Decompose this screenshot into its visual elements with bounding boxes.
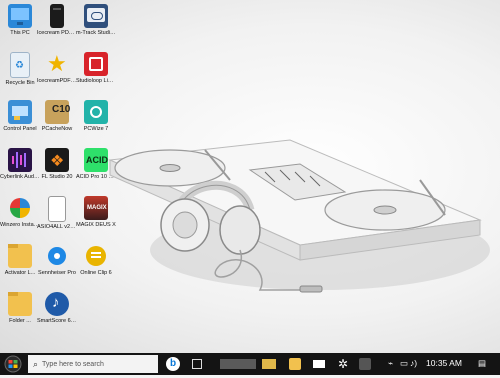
desktop-icon-control-panel[interactable]: Control Panel xyxy=(0,100,40,133)
icon-label: FL Studio 20 xyxy=(41,174,73,180)
desktop-icon-online-clip[interactable]: Online Clip 6 xyxy=(76,244,116,277)
taskbar-app-3[interactable] xyxy=(356,355,374,373)
desktop-icon-studioloop[interactable]: Studioloop Library ... xyxy=(76,52,116,85)
monitor-icon xyxy=(8,4,32,28)
icon-label: ACID Pro 10 Suite (x64) xyxy=(76,174,116,180)
installer-icon xyxy=(8,196,32,220)
desktop-icon-pcachenow[interactable]: C10 PCacheNow xyxy=(37,100,77,133)
icon-label: Winzero Installer xyxy=(0,222,40,228)
audio-wave-icon xyxy=(8,148,32,172)
volume-icon[interactable]: ♪) xyxy=(410,358,417,368)
desktop-icon-icecream-pdf[interactable]: Icecream PDF Converter xyxy=(37,4,77,37)
wallpaper-dj-decks xyxy=(108,139,490,293)
battery-icon[interactable]: ▭ xyxy=(400,358,408,369)
task-view-icon xyxy=(192,359,202,369)
search-box[interactable]: ⌕ Type here to search xyxy=(28,355,158,373)
app-icon xyxy=(359,358,371,370)
icon-label: Sennheiser Pro xyxy=(38,270,76,276)
desktop-icon-icecream-personal[interactable]: ★ IcecreamPDF Personal Ho... xyxy=(37,52,77,85)
desktop-icon-magix[interactable]: MAGIX MAGIX DEUS X xyxy=(76,196,116,229)
desktop-icon-fl-studio[interactable]: ❖ FL Studio 20 xyxy=(37,148,77,181)
clip-icon xyxy=(84,244,108,268)
icon-label: ASIO4ALL v2 Instructions... xyxy=(37,224,77,230)
taskbar-app-1[interactable] xyxy=(218,355,258,373)
desktop-icon-sennheiser[interactable]: Sennheiser Pro xyxy=(37,244,77,277)
desktop-icon-m-track[interactable]: m-Track Studio Tool xyxy=(76,4,116,37)
pcwize-icon xyxy=(84,100,108,124)
icon-label: Recycle Bin xyxy=(5,80,35,86)
gear-icon: ✲ xyxy=(337,357,349,371)
app-window-icon xyxy=(220,359,256,369)
icon-label: Online Clip 6 xyxy=(80,270,112,276)
desktop-icon-pcwize[interactable]: PCWize 7 xyxy=(76,100,116,133)
taskbar: ⌕ Type here to search b ✲ ⌁ ▭ ♪) 10:35 A… xyxy=(0,353,500,375)
pc-tower-icon xyxy=(50,4,64,28)
icon-label: SmartScore 64 Pro xyxy=(37,318,77,324)
icon-label: PCWize 7 xyxy=(83,126,109,132)
icon-label: Activator L... xyxy=(4,270,36,276)
desktop: This PC Icecream PDF Converter m-Track S… xyxy=(0,0,500,353)
network-icon[interactable]: ⌁ xyxy=(388,358,393,369)
desktop-icon-activator[interactable]: Activator L... xyxy=(0,244,40,277)
desktop-icon-asio4all[interactable]: ASIO4ALL v2 Instructions... xyxy=(37,196,77,231)
folder-icon xyxy=(8,292,32,316)
settings-button[interactable]: ✲ xyxy=(334,355,352,373)
windows-logo-icon xyxy=(4,355,22,373)
mail-button[interactable] xyxy=(310,355,328,373)
mail-icon xyxy=(313,360,325,368)
audio-waves-icon xyxy=(45,244,69,268)
clock[interactable]: 10:35 AM xyxy=(426,358,462,368)
icon-label: m-Track Studio Tool xyxy=(76,30,116,36)
cortana-button[interactable]: b xyxy=(164,355,182,373)
icon-label: Icecream PDF Converter xyxy=(37,30,77,36)
desktop-icon-cyberlink[interactable]: Cyberlink AudioDirect... xyxy=(0,148,40,181)
music-note-icon: ♪ xyxy=(45,292,69,316)
icon-label: Control Panel xyxy=(3,126,37,132)
store-button[interactable] xyxy=(286,355,304,373)
cortana-icon: b xyxy=(166,357,180,371)
desktop-icon-recycle-bin[interactable]: ♻ Recycle Bin xyxy=(0,52,40,87)
library-icon xyxy=(84,52,108,76)
document-icon xyxy=(48,196,66,222)
magix-icon: MAGIX xyxy=(84,196,108,220)
control-panel-icon xyxy=(8,100,32,124)
icon-label: MAGIX DEUS X xyxy=(76,222,116,228)
icon-label: PCacheNow xyxy=(41,126,73,132)
icon-label: Cyberlink AudioDirect... xyxy=(0,174,40,180)
icon-label: Studioloop Library ... xyxy=(76,78,116,84)
task-view-button[interactable] xyxy=(188,355,206,373)
acid-icon: ACID xyxy=(84,148,108,172)
icon-label: This PC xyxy=(10,30,30,36)
store-icon xyxy=(289,358,301,370)
search-icon: ⌕ xyxy=(33,358,39,369)
fl-studio-icon: ❖ xyxy=(45,148,69,172)
icon-label: IcecreamPDF Personal Ho... xyxy=(37,78,77,84)
folder-icon xyxy=(262,359,276,369)
recycle-bin-icon: ♻ xyxy=(10,52,30,78)
desktop-icon-winzero[interactable]: Winzero Installer xyxy=(0,196,40,229)
search-placeholder: Type here to search xyxy=(42,360,104,368)
desktop-icon-this-pc[interactable]: This PC xyxy=(0,4,40,37)
start-button[interactable] xyxy=(3,355,23,373)
desktop-icon-smartscore[interactable]: ♪ SmartScore 64 Pro xyxy=(37,292,77,325)
desktop-icon-acid-pro[interactable]: ACID ACID Pro 10 Suite (x64) xyxy=(76,148,116,181)
icon-label: Folder ... xyxy=(9,318,31,324)
m-track-icon xyxy=(84,4,108,28)
star-icon: ★ xyxy=(47,51,67,76)
notification-icon[interactable]: ▤ xyxy=(478,358,486,369)
desktop-icon-folder[interactable]: Folder ... xyxy=(0,292,40,325)
folder-icon xyxy=(8,244,32,268)
pcache-icon: C10 xyxy=(45,100,70,124)
taskbar-app-2[interactable] xyxy=(260,355,278,373)
